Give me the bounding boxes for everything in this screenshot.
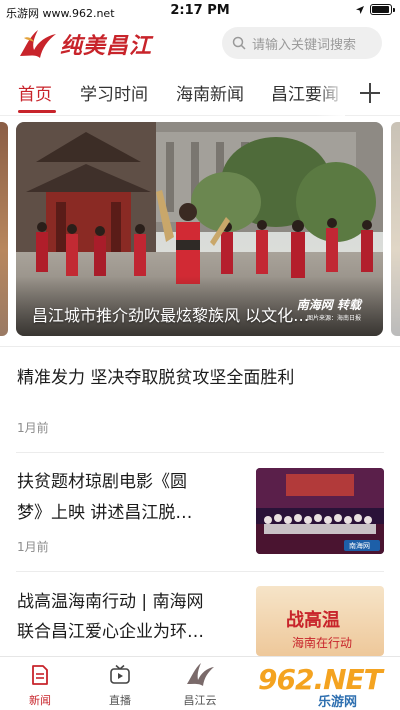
news-title-line-2: 联合昌江爱心企业为环… [17, 622, 204, 642]
thumbnail-subline: 海南在行动 [292, 636, 353, 650]
tab-home[interactable]: 首页 [18, 80, 52, 105]
search-input[interactable]: 请输入关键词搜索 [222, 27, 382, 59]
banner-carousel[interactable]: 昌江城市推介劲吹最炫黎族风 以文化… 南海网 转载 图片来源：海南日报 [0, 122, 400, 336]
active-tab-indicator [18, 110, 56, 113]
news-title-line-2: 梦》上映 讲述昌江脱… [17, 503, 193, 523]
location-arrow-icon [356, 5, 364, 14]
tabs-fade [316, 70, 345, 116]
nav-changjiang-cloud-label: 昌江云 [183, 694, 217, 707]
news-thumbnail: 南海网 [256, 468, 384, 554]
status-bar: 乐游网 www.962.net 2:17 PM [0, 0, 400, 24]
next-slide-peek[interactable] [391, 122, 400, 336]
nav-news-label: 新闻 [29, 694, 51, 707]
news-title-line-1: 扶贫题材琼剧电影《圆 [17, 472, 187, 492]
thumbnail-tag: 南海网 [349, 542, 370, 550]
watermark-962-cn: 乐游网 [318, 695, 358, 710]
banner-slide[interactable]: 昌江城市推介劲吹最炫黎族风 以文化… 南海网 转载 图片来源：海南日报 [16, 122, 383, 336]
logo-flourish-icon [20, 30, 56, 58]
news-thumbnail: 战高温 海南在行动 [256, 586, 384, 656]
watermark-suffix: 转载 [336, 298, 361, 312]
channel-tabs: 首页 学习时间 海南新闻 昌江要闻 [0, 70, 400, 116]
battery-icon [370, 4, 395, 15]
logo-text: 纯美昌江 [60, 33, 153, 59]
news-title: 精准发力 坚决夺取脱贫攻坚全面胜利 [17, 368, 295, 388]
list-divider [16, 571, 384, 572]
app-logo[interactable]: 纯美昌江 [16, 24, 152, 64]
thumbnail-headline: 战高温 [286, 610, 340, 631]
previous-slide-peek[interactable] [0, 122, 8, 336]
nav-changjiang-cloud[interactable]: 昌江云 [170, 657, 230, 710]
news-time: 1月前 [17, 540, 49, 554]
section-divider [0, 346, 400, 347]
banner-caption: 昌江城市推介劲吹最炫黎族风 以文化… [32, 306, 310, 325]
tv-icon [110, 664, 130, 684]
search-placeholder: 请输入关键词搜索 [252, 37, 357, 53]
changjiang-cloud-logo-icon [187, 663, 214, 686]
list-divider [16, 452, 384, 453]
tab-hainan-news[interactable]: 海南新闻 [176, 80, 244, 105]
tab-study-time[interactable]: 学习时间 [80, 80, 148, 105]
app-header: 纯美昌江 请输入关键词搜索 [0, 24, 400, 68]
tabs-track: 首页 学习时间 海南新闻 昌江要闻 [0, 70, 345, 116]
watermark-source: 图片来源：海南日报 [306, 315, 361, 322]
clock: 2:17 PM [170, 3, 230, 18]
status-icons [355, 4, 395, 15]
nav-live-label: 直播 [109, 694, 131, 707]
watermark-brand: 南海网 [296, 298, 333, 312]
nanhai-watermark: 南海网 转载 图片来源：海南日报 [297, 296, 361, 322]
news-title-line-1: 战高温海南行动 | 南海网 [17, 592, 204, 612]
nav-news[interactable]: 新闻 [10, 657, 70, 710]
nav-live[interactable]: 直播 [90, 657, 150, 710]
news-time: 1月前 [17, 421, 49, 435]
news-document-icon [32, 665, 48, 685]
add-channel-icon[interactable] [352, 78, 388, 108]
site-watermark: 962.NET 乐游网 [258, 663, 400, 710]
search-icon [232, 36, 246, 50]
